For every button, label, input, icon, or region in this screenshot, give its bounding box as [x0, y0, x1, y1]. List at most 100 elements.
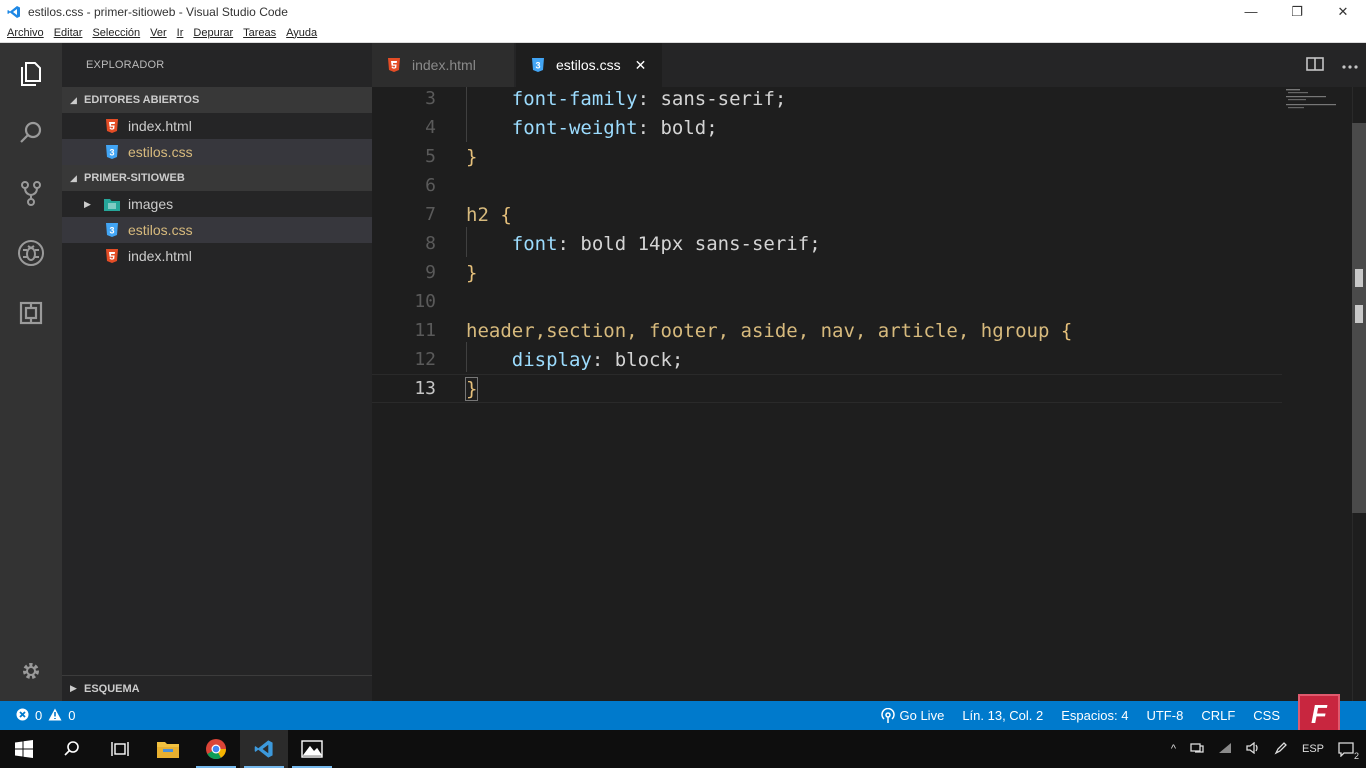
- split-editor-icon[interactable]: [1306, 56, 1324, 75]
- css-selector: h2: [466, 203, 501, 226]
- code-line[interactable]: 7 h2 {: [372, 200, 1282, 229]
- warning-icon: [48, 708, 62, 724]
- broadcast-icon: [880, 707, 896, 724]
- open-editors-header[interactable]: ◢ EDITORES ABIERTOS: [62, 87, 372, 113]
- problems-indicator[interactable]: 0 0: [16, 708, 75, 724]
- open-editors-label: EDITORES ABIERTOS: [84, 94, 200, 106]
- title-bar: estilos.css - primer-sitioweb - Visual S…: [0, 0, 1366, 23]
- open-editor-item[interactable]: 3 estilos.css: [62, 139, 372, 165]
- code-line[interactable]: 8 font: bold 14px sans-serif;: [372, 229, 1282, 258]
- minimap[interactable]: [1282, 87, 1340, 117]
- close-window-button[interactable]: ✕: [1320, 0, 1366, 23]
- search-icon[interactable]: [0, 105, 62, 161]
- code-line[interactable]: 5}: [372, 142, 1282, 171]
- tree-item-label: index.html: [128, 248, 192, 264]
- chrome-icon[interactable]: [192, 730, 240, 768]
- tree-item-file[interactable]: 3 estilos.css: [62, 217, 372, 243]
- tab-estilos-css[interactable]: 3 estilos.css ✕: [516, 43, 662, 87]
- task-view-icon[interactable]: [96, 730, 144, 768]
- cursor-position[interactable]: Lín. 13, Col. 2: [962, 708, 1043, 723]
- menu-ayuda[interactable]: Ayuda: [286, 27, 317, 39]
- language-mode[interactable]: CSS: [1253, 708, 1280, 723]
- search-icon[interactable]: [48, 730, 96, 768]
- status-bar: 0 0 Go Live Lín. 13, Col. 2 Espacios: 4 …: [0, 693, 1366, 736]
- open-editor-label: estilos.css: [128, 144, 193, 160]
- photos-icon[interactable]: [288, 730, 336, 768]
- code-line[interactable]: 11 header,section, footer, aside, nav, ar…: [372, 316, 1282, 345]
- svg-text:3: 3: [109, 226, 114, 236]
- menu-archivo[interactable]: Archivo: [7, 27, 44, 39]
- system-tray: ^ ESP 2: [1171, 730, 1366, 768]
- close-icon[interactable]: ✕: [635, 57, 647, 74]
- vscode-app-icon: [6, 4, 22, 20]
- line-number: 11: [414, 320, 436, 341]
- warning-count: 0: [68, 708, 76, 723]
- menu-bar: Archivo Editar Selección Ver Ir Depurar …: [0, 23, 1366, 43]
- language-indicator[interactable]: ESP: [1302, 743, 1324, 755]
- project-label: PRIMER-SITIOWEB: [84, 172, 185, 184]
- line-ending[interactable]: CRLF: [1201, 708, 1235, 723]
- code-line[interactable]: 3 font-family: sans-serif;: [372, 84, 1282, 113]
- debug-icon[interactable]: [0, 225, 62, 281]
- go-live-label: Go Live: [899, 708, 945, 723]
- outline-header[interactable]: ▶ ESQUEMA: [62, 675, 372, 701]
- minimize-button[interactable]: —: [1228, 0, 1274, 23]
- code-text: font-weight: bold;: [466, 117, 718, 139]
- code-text: }: [466, 146, 477, 168]
- file-explorer-icon[interactable]: [144, 730, 192, 768]
- code-line[interactable]: 13}: [372, 374, 1282, 403]
- error-count: 0: [35, 708, 43, 723]
- project-header[interactable]: ◢ PRIMER-SITIOWEB: [62, 165, 372, 191]
- code-line[interactable]: 10: [372, 287, 1282, 316]
- brace: }: [464, 376, 479, 401]
- chevron-right-icon: ▶: [84, 198, 91, 209]
- chevron-down-icon: ◢: [70, 172, 77, 183]
- windows-taskbar: ^ ESP 2: [0, 730, 1366, 768]
- chevron-up-icon[interactable]: ^: [1171, 743, 1176, 755]
- menu-seleccion[interactable]: Selección: [92, 27, 140, 39]
- code-line[interactable]: 6: [372, 171, 1282, 200]
- pen-icon[interactable]: [1274, 741, 1288, 758]
- source-control-icon[interactable]: [0, 165, 62, 221]
- wifi-icon[interactable]: [1218, 742, 1232, 757]
- vertical-scrollbar[interactable]: [1352, 87, 1366, 701]
- code-line[interactable]: 4 font-weight: bold;: [372, 113, 1282, 142]
- line-number: 13: [414, 378, 436, 399]
- windows-start-icon[interactable]: [0, 730, 48, 768]
- code-line[interactable]: 12 display: block;: [372, 345, 1282, 374]
- menu-depurar[interactable]: Depurar: [193, 27, 233, 39]
- scrollbar-marker: [1355, 269, 1363, 287]
- tree-item-file[interactable]: index.html: [62, 243, 372, 269]
- volume-icon[interactable]: [1246, 741, 1260, 757]
- menu-editar[interactable]: Editar: [54, 27, 83, 39]
- vscode-icon[interactable]: [240, 730, 288, 768]
- open-editor-item[interactable]: index.html: [62, 113, 372, 139]
- window-title: estilos.css - primer-sitioweb - Visual S…: [28, 4, 288, 19]
- go-live-button[interactable]: Go Live: [880, 707, 945, 724]
- indentation[interactable]: Espacios: 4: [1061, 708, 1128, 723]
- css-value: : bold;: [637, 116, 718, 139]
- css-selector: header,section, footer, aside, nav, arti…: [466, 319, 1061, 342]
- explorer-icon[interactable]: [0, 45, 62, 101]
- line-number: 10: [414, 291, 436, 312]
- tab-index-html[interactable]: index.html: [372, 43, 514, 87]
- code-line[interactable]: 9}: [372, 258, 1282, 287]
- html-file-icon: [104, 118, 120, 134]
- gear-icon[interactable]: [0, 643, 62, 699]
- menu-tareas[interactable]: Tareas: [243, 27, 276, 39]
- notification-count: 2: [1353, 751, 1359, 761]
- menu-ir[interactable]: Ir: [177, 27, 184, 39]
- more-actions-icon[interactable]: [1342, 58, 1358, 73]
- maximize-button[interactable]: ❐: [1274, 0, 1320, 23]
- line-number: 4: [425, 117, 436, 138]
- line-number: 8: [425, 233, 436, 254]
- code-text: }: [466, 262, 477, 284]
- code-editor[interactable]: 3 font-family: sans-serif; 4 font-weight:…: [372, 87, 1366, 701]
- extensions-icon[interactable]: [0, 285, 62, 341]
- encoding[interactable]: UTF-8: [1146, 708, 1183, 723]
- notifications-icon[interactable]: 2: [1338, 741, 1359, 761]
- menu-ver[interactable]: Ver: [150, 27, 167, 39]
- tree-item-folder[interactable]: ▶ images: [62, 191, 372, 217]
- network-icon[interactable]: [1190, 742, 1204, 757]
